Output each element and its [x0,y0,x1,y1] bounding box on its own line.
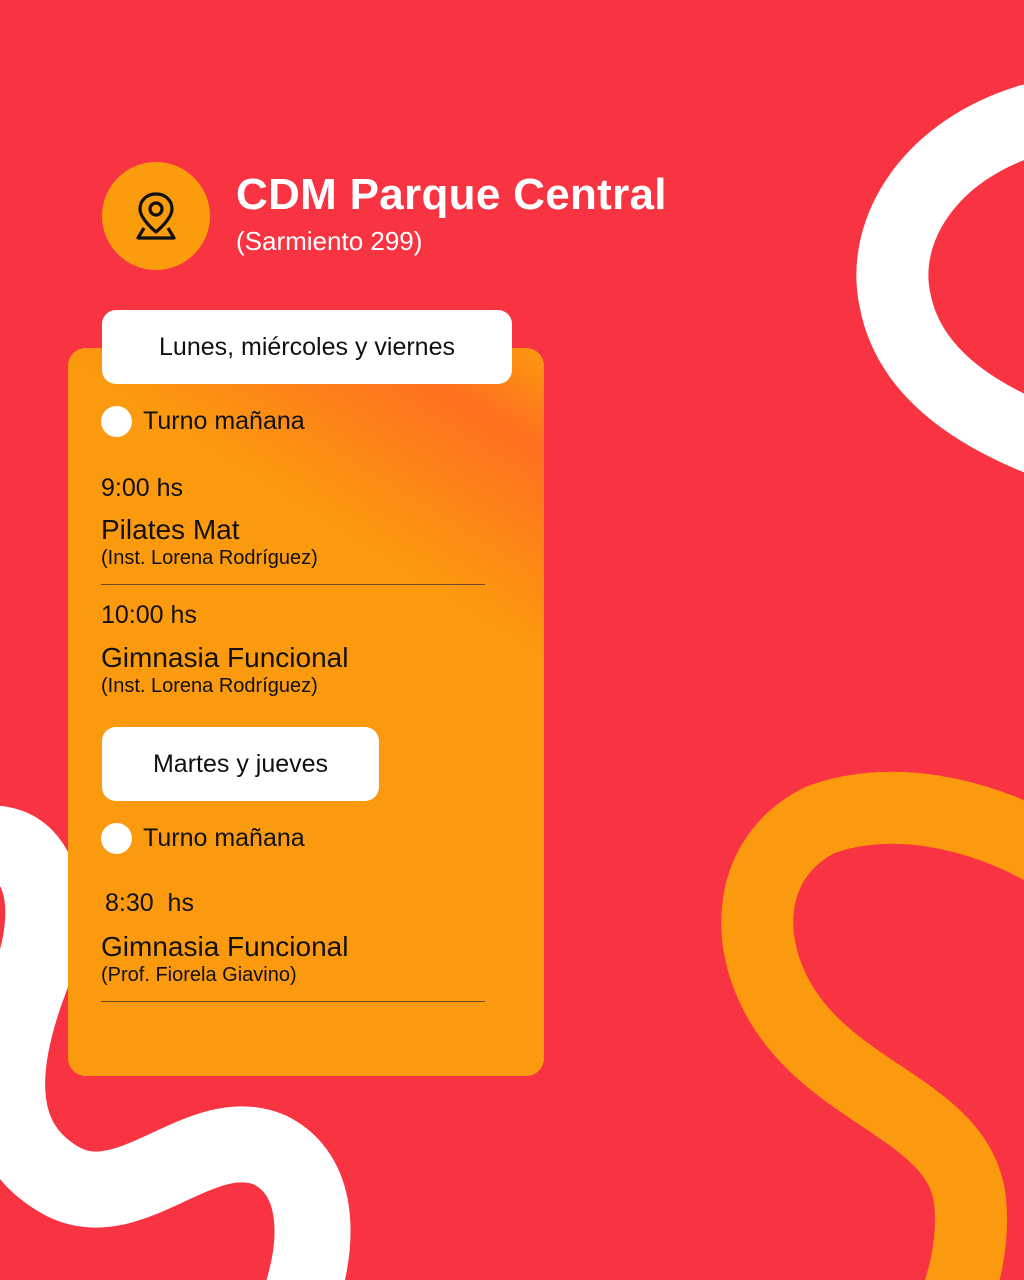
page-subtitle: (Sarmiento 299) [236,226,423,256]
orange-ribbon-bottom-right [721,771,1024,1280]
shift-text: Turno mañana [143,407,305,435]
class-instructor: (Prof. Fiorela Giavino) [101,964,297,986]
class-time: 8:30 hs [105,889,194,917]
class-name: Gimnasia Funcional [101,931,349,962]
location-badge [102,162,210,270]
shift-label: Turno mañana [101,823,305,854]
class-instructor: (Inst. Lorena Rodríguez) [101,547,318,569]
shift-text: Turno mañana [143,824,305,852]
class-name: Pilates Mat [101,514,240,545]
class-instructor: (Inst. Lorena Rodríguez) [101,675,318,697]
shift-label: Turno mañana [101,406,305,437]
class-time: 9:00 hs [101,474,184,502]
page-title: CDM Parque Central [236,170,667,219]
class-time: 10:00 hs [101,601,197,629]
shift-dot-icon [101,823,132,854]
class-name: Gimnasia Funcional [101,642,349,673]
divider [101,1001,485,1002]
white-ribbon-top-right [856,84,1024,473]
shift-dot-icon [101,406,132,437]
location-pin-icon [136,192,176,240]
days-label-mon-wed-fri: Lunes, miércoles y viernes [102,310,512,384]
divider [101,584,485,585]
days-label-tue-thu: Martes y jueves [102,727,379,801]
